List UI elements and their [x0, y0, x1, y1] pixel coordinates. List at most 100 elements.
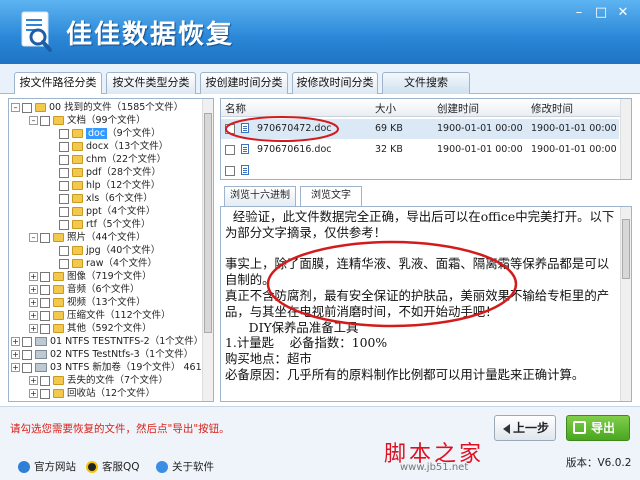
tree-item-count: （9个文件）: [107, 128, 161, 139]
file-checkbox[interactable]: [225, 166, 235, 176]
tree-item[interactable]: chm（22个文件）: [59, 153, 166, 166]
expand-icon[interactable]: +: [29, 389, 38, 398]
column-modified[interactable]: 修改时间: [531, 101, 573, 116]
expand-icon[interactable]: +: [11, 363, 20, 372]
tree-item[interactable]: jpg（40个文件）: [59, 244, 160, 257]
file-row[interactable]: [221, 161, 619, 179]
tree-checkbox[interactable]: [59, 167, 69, 178]
tree-item[interactable]: docx（13个文件）: [59, 140, 168, 153]
tab-file-search[interactable]: 文件搜索: [382, 72, 470, 94]
info-icon: [156, 461, 168, 473]
minimize-button[interactable]: –: [568, 4, 590, 22]
tab-hex-preview[interactable]: 浏览十六进制: [224, 186, 296, 206]
tree-checkbox[interactable]: [40, 115, 50, 126]
tree-checkbox[interactable]: [59, 180, 69, 191]
collapse-icon[interactable]: –: [29, 116, 38, 125]
tree-scrollbar[interactable]: [202, 99, 213, 401]
export-hint: 请勾选您需要恢复的文件，然后点"导出"按钮。: [10, 423, 230, 435]
tree-item[interactable]: + 视频（13个文件）: [29, 296, 146, 309]
title-bar: 佳佳数据恢复 – □ ✕: [0, 0, 640, 64]
tree-item[interactable]: + 音频（6个文件）: [29, 283, 140, 296]
tree-scroll-thumb[interactable]: [204, 113, 212, 333]
file-checkbox[interactable]: [225, 145, 235, 155]
tree-item[interactable]: + 回收站（12个文件）: [29, 387, 155, 400]
tree-checkbox[interactable]: [40, 310, 50, 321]
export-button[interactable]: 导出: [566, 415, 630, 441]
tree-checkbox[interactable]: [59, 206, 69, 217]
tree-item[interactable]: rtf（5个文件）: [59, 218, 151, 231]
file-checkbox[interactable]: [225, 124, 235, 134]
version-label: 版本：: [566, 457, 598, 469]
tree-checkbox[interactable]: [59, 258, 69, 269]
tree-item-count: （6个文件）: [99, 193, 153, 204]
tree-checkbox[interactable]: [59, 219, 69, 230]
expand-icon[interactable]: +: [29, 324, 38, 333]
tree-item[interactable]: + 其他（592个文件）: [29, 322, 152, 335]
maximize-button[interactable]: □: [590, 4, 612, 22]
preview-scrollbar[interactable]: [620, 207, 631, 401]
tree-item[interactable]: doc （9个文件）: [59, 127, 161, 140]
tree-checkbox[interactable]: [59, 245, 69, 256]
tab-by-created[interactable]: 按创建时间分类: [200, 72, 288, 94]
tree-checkbox[interactable]: [22, 102, 32, 113]
tree-item[interactable]: +02 NTFS TestNtfs-3（1个文件）: [11, 348, 193, 361]
expand-icon[interactable]: +: [29, 311, 38, 320]
official-site-link[interactable]: 官方网站: [18, 459, 76, 474]
file-row[interactable]: 970670472.doc 69 KB 1900-01-01 00:00 1900-0…: [221, 119, 619, 139]
tree-item[interactable]: hlp（12个文件）: [59, 179, 160, 192]
tree-checkbox[interactable]: [59, 154, 69, 165]
about-link[interactable]: 关于软件: [156, 459, 214, 474]
column-name[interactable]: 名称: [225, 101, 246, 116]
tab-by-modified[interactable]: 按修改时间分类: [292, 72, 378, 94]
tree-item[interactable]: + 图像（719个文件）: [29, 270, 152, 283]
column-size[interactable]: 大小: [375, 101, 396, 116]
expand-icon[interactable]: +: [11, 350, 20, 359]
tree-item[interactable]: xls（6个文件）: [59, 192, 153, 205]
expand-icon[interactable]: +: [11, 337, 20, 346]
tree-item[interactable]: ppt（4个文件）: [59, 205, 155, 218]
tree-item[interactable]: + 丢失的文件（7个文件）: [29, 374, 168, 387]
tree-item[interactable]: raw（4个文件）: [59, 257, 157, 270]
collapse-icon[interactable]: –: [11, 103, 20, 112]
expand-icon[interactable]: +: [29, 285, 38, 294]
tab-by-type[interactable]: 按文件类型分类: [106, 72, 196, 94]
tree-checkbox[interactable]: [40, 284, 50, 295]
export-icon: [573, 421, 586, 434]
expand-icon[interactable]: +: [29, 272, 38, 281]
tree-item[interactable]: pdf（28个文件）: [59, 166, 161, 179]
tree-checkbox[interactable]: [22, 336, 32, 347]
tree-checkbox[interactable]: [40, 323, 50, 334]
tree-checkbox[interactable]: [40, 232, 50, 243]
tree-checkbox[interactable]: [59, 128, 69, 139]
tab-by-path[interactable]: 按文件路径分类: [14, 72, 102, 95]
tree-checkbox[interactable]: [40, 271, 50, 282]
tree-item-label: raw: [86, 258, 104, 269]
tab-text-preview[interactable]: 浏览文字: [300, 186, 362, 207]
tree-item[interactable]: + 压缩文件（112个文件）: [29, 309, 171, 322]
expand-icon[interactable]: +: [29, 298, 38, 307]
file-list-scrollbar[interactable]: [620, 99, 631, 179]
collapse-icon[interactable]: –: [29, 233, 38, 242]
tree-item-label: jpg: [86, 245, 101, 256]
column-created[interactable]: 创建时间: [437, 101, 479, 116]
tree-checkbox[interactable]: [22, 349, 32, 360]
close-button[interactable]: ✕: [612, 4, 634, 22]
tree-checkbox[interactable]: [22, 362, 32, 373]
tree-item[interactable]: +01 NTFS TESTNTFS-2（1个文件）: [11, 335, 203, 348]
tree-checkbox[interactable]: [40, 388, 50, 399]
tree-item-label: 00 找到的文件: [49, 102, 112, 113]
tree-checkbox[interactable]: [40, 375, 50, 386]
tree-checkbox[interactable]: [59, 141, 69, 152]
tree-item[interactable]: +03 NTFS 新加卷（19个文件） 461: [11, 361, 202, 374]
export-label: 导出: [591, 421, 616, 435]
tree-item[interactable]: – 00 找到的文件（1585个文件）: [11, 101, 183, 114]
tree-checkbox[interactable]: [40, 297, 50, 308]
support-qq-link[interactable]: 客服QQ: [86, 459, 140, 474]
tree-checkbox[interactable]: [59, 193, 69, 204]
file-row[interactable]: 970670616.doc 32 KB 1900-01-01 00:00 1900-0…: [221, 140, 619, 160]
tree-item[interactable]: – 文档（99个文件）: [29, 114, 146, 127]
folder-icon: [72, 194, 83, 203]
expand-icon[interactable]: +: [29, 376, 38, 385]
tree-item[interactable]: – 照片（44个文件）: [29, 231, 146, 244]
prev-step-button[interactable]: 上一步: [494, 415, 556, 441]
